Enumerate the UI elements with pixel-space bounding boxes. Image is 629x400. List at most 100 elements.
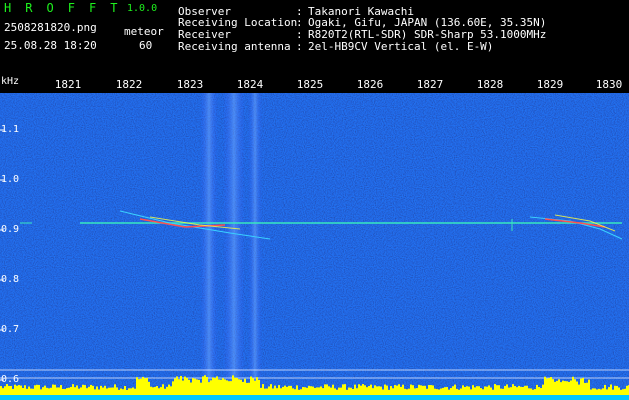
level-bar (416, 388, 418, 395)
level-bar (102, 387, 104, 395)
level-bar (422, 385, 424, 395)
level-bar (626, 385, 628, 395)
level-bar (494, 384, 496, 395)
level-bar (500, 388, 502, 395)
level-bar (484, 386, 486, 395)
level-bar (338, 387, 340, 395)
level-bar (604, 384, 606, 395)
level-bar (368, 385, 370, 395)
level-bar (396, 385, 398, 395)
level-bar (226, 380, 228, 395)
level-bar (410, 384, 412, 395)
level-bar (78, 388, 80, 395)
level-bar (468, 386, 470, 395)
level-bar (440, 388, 442, 395)
level-bar (348, 387, 350, 395)
level-bar (240, 379, 242, 395)
level-bar (612, 389, 614, 395)
level-bar (232, 375, 234, 395)
level-bar (246, 382, 248, 395)
level-bar (444, 387, 446, 395)
level-bar (382, 389, 384, 395)
level-bar (10, 385, 12, 395)
level-bar (132, 387, 134, 395)
level-bar (360, 385, 362, 395)
interference-band (223, 93, 245, 400)
level-bar (426, 388, 428, 395)
level-bar (128, 388, 130, 395)
level-bar (614, 385, 616, 395)
level-bar (198, 379, 200, 395)
level-bar (224, 379, 226, 395)
level-bar (50, 387, 52, 395)
level-bar (120, 388, 122, 395)
level-bar (156, 386, 158, 395)
level-bar (276, 388, 278, 395)
level-bar (282, 386, 284, 395)
level-bar (238, 379, 240, 395)
level-bar (460, 388, 462, 395)
level-bar (48, 388, 50, 395)
level-bar (204, 375, 206, 395)
level-bar (586, 382, 588, 395)
level-bar (452, 386, 454, 395)
level-bar (168, 384, 170, 395)
level-bar (220, 379, 222, 395)
level-bar (62, 388, 64, 395)
level-bar (16, 385, 18, 395)
level-bar (290, 385, 292, 395)
level-bar (136, 377, 138, 395)
level-bar (602, 388, 604, 395)
level-bar (492, 389, 494, 395)
level-bar (200, 382, 202, 395)
level-bar (448, 389, 450, 395)
level-bar (478, 386, 480, 395)
level-bar (182, 380, 184, 395)
level-bar (146, 377, 148, 395)
level-bar (244, 378, 246, 395)
level-bar (94, 389, 96, 395)
level-bar (80, 387, 82, 395)
level-bar (40, 389, 42, 395)
level-bar (392, 388, 394, 395)
level-bar (504, 385, 506, 395)
level-bar (454, 384, 456, 395)
level-bar (592, 388, 594, 395)
level-bar (474, 387, 476, 395)
level-bar (358, 384, 360, 395)
level-bar (394, 385, 396, 395)
level-bar (34, 385, 36, 395)
level-bar (86, 388, 88, 395)
level-bar (380, 386, 382, 395)
level-bar (42, 387, 44, 395)
x-tick: 1824 (236, 78, 264, 91)
level-bar (142, 376, 144, 395)
level-bar (516, 387, 518, 395)
level-bar (90, 384, 92, 395)
level-bar (0, 386, 2, 395)
noise-texture (0, 93, 629, 400)
level-bar (248, 382, 250, 395)
level-bar (8, 385, 10, 395)
level-bar (340, 387, 342, 395)
level-bar (280, 388, 282, 395)
level-bar (308, 385, 310, 395)
level-bar (512, 384, 514, 395)
level-bar (196, 379, 198, 395)
level-bar (402, 384, 404, 395)
level-bar (288, 385, 290, 395)
level-bar (228, 381, 230, 395)
level-bar (554, 381, 556, 395)
level-bar (254, 380, 256, 395)
level-bar (126, 389, 128, 395)
level-bar (178, 379, 180, 395)
level-bar (566, 381, 568, 395)
level-bar (66, 388, 68, 395)
level-bar (20, 385, 22, 395)
level-bar (56, 387, 58, 395)
y-tick-label: 0.9 (1, 224, 20, 235)
level-bar (356, 388, 358, 395)
level-bar (2, 388, 4, 395)
level-bar (286, 386, 288, 395)
level-bar (266, 388, 268, 395)
